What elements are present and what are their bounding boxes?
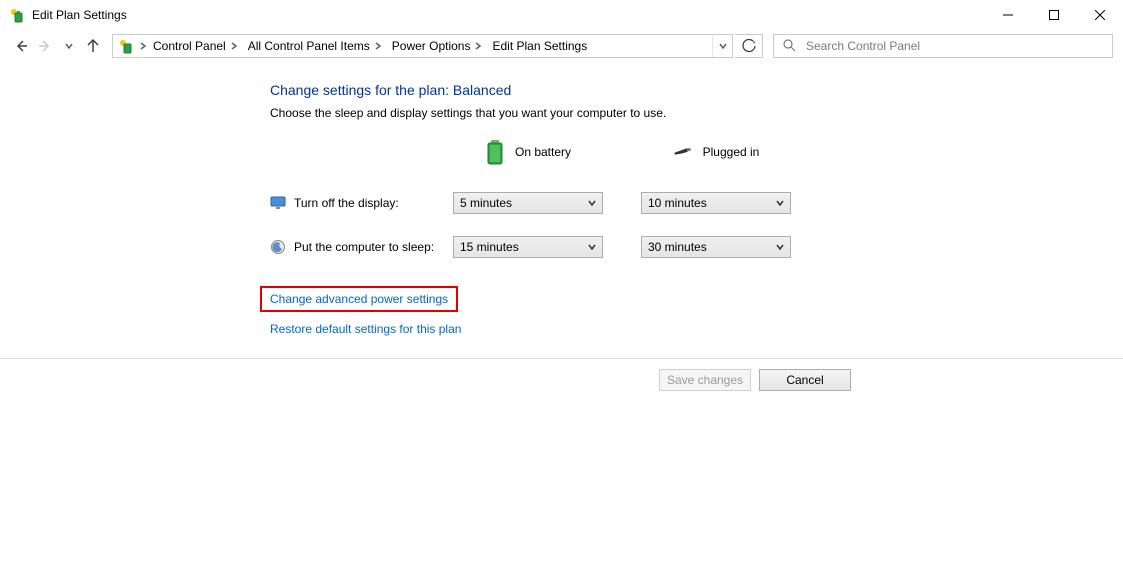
maximize-button[interactable]: [1031, 0, 1077, 30]
breadcrumb-label: All Control Panel Items: [248, 39, 370, 53]
chevron-down-icon: [588, 196, 596, 210]
display-battery-value: 5 minutes: [460, 196, 512, 210]
search-icon: [782, 38, 796, 55]
settings-grid: On battery Plugged in Turn off the displ…: [270, 138, 1123, 258]
breadcrumb-label: Edit Plan Settings: [492, 39, 587, 53]
sleep-plugged-select[interactable]: 30 minutes: [641, 236, 791, 258]
content-area: Change settings for the plan: Balanced C…: [0, 62, 1123, 348]
page-subtitle: Choose the sleep and display settings th…: [270, 106, 1123, 120]
display-icon: [270, 195, 286, 211]
chevron-down-icon: [776, 240, 784, 254]
cancel-button[interactable]: Cancel: [759, 369, 851, 391]
back-button[interactable]: [10, 35, 32, 57]
window-title: Edit Plan Settings: [32, 8, 127, 22]
chevron-down-icon: [776, 196, 784, 210]
breadcrumb-item[interactable]: All Control Panel Items: [242, 35, 386, 57]
breadcrumb-item[interactable]: Control Panel: [147, 35, 242, 57]
breadcrumb-item[interactable]: Power Options: [386, 35, 487, 57]
sleep-icon: [270, 239, 286, 255]
minimize-button[interactable]: [985, 0, 1031, 30]
chevron-right-icon: [230, 39, 238, 53]
sleep-battery-value: 15 minutes: [460, 240, 519, 254]
save-button[interactable]: Save changes: [659, 369, 751, 391]
breadcrumb-label: Control Panel: [153, 39, 226, 53]
battery-column-label: On battery: [515, 145, 571, 159]
sleep-plugged-value: 30 minutes: [648, 240, 707, 254]
address-icon: [117, 37, 135, 55]
sleep-row-label: Put the computer to sleep:: [294, 240, 434, 254]
plug-icon: [673, 145, 693, 159]
close-button[interactable]: [1077, 0, 1123, 30]
breadcrumb-item[interactable]: Edit Plan Settings: [486, 35, 591, 57]
display-battery-select[interactable]: 5 minutes: [453, 192, 603, 214]
search-box[interactable]: [773, 34, 1113, 58]
chevron-right-icon: [139, 39, 147, 53]
search-input[interactable]: [804, 38, 1104, 54]
highlight-box: Change advanced power settings: [260, 286, 458, 312]
forward-button[interactable]: [34, 35, 56, 57]
title-bar: Edit Plan Settings: [0, 0, 1123, 30]
footer-bar: Save changes Cancel: [0, 358, 1123, 391]
battery-icon: [485, 138, 505, 166]
display-plugged-select[interactable]: 10 minutes: [641, 192, 791, 214]
up-button[interactable]: [82, 35, 104, 57]
restore-defaults-link[interactable]: Restore default settings for this plan: [270, 322, 461, 336]
refresh-button[interactable]: [735, 34, 763, 58]
links-area: Change advanced power settings Restore d…: [270, 286, 1123, 348]
recent-locations-button[interactable]: [58, 35, 80, 57]
chevron-right-icon: [474, 39, 482, 53]
app-icon: [8, 6, 26, 24]
display-row-label: Turn off the display:: [294, 196, 399, 210]
page-title: Change settings for the plan: Balanced: [270, 82, 1123, 98]
chevron-down-icon: [588, 240, 596, 254]
breadcrumb-label: Power Options: [392, 39, 471, 53]
chevron-right-icon: [374, 39, 382, 53]
advanced-settings-link[interactable]: Change advanced power settings: [270, 292, 448, 306]
plugged-column-label: Plugged in: [703, 145, 760, 159]
display-plugged-value: 10 minutes: [648, 196, 707, 210]
nav-bar: Control Panel All Control Panel Items Po…: [0, 30, 1123, 62]
address-bar[interactable]: Control Panel All Control Panel Items Po…: [112, 34, 733, 58]
sleep-battery-select[interactable]: 15 minutes: [453, 236, 603, 258]
address-history-dropdown[interactable]: [712, 35, 732, 57]
